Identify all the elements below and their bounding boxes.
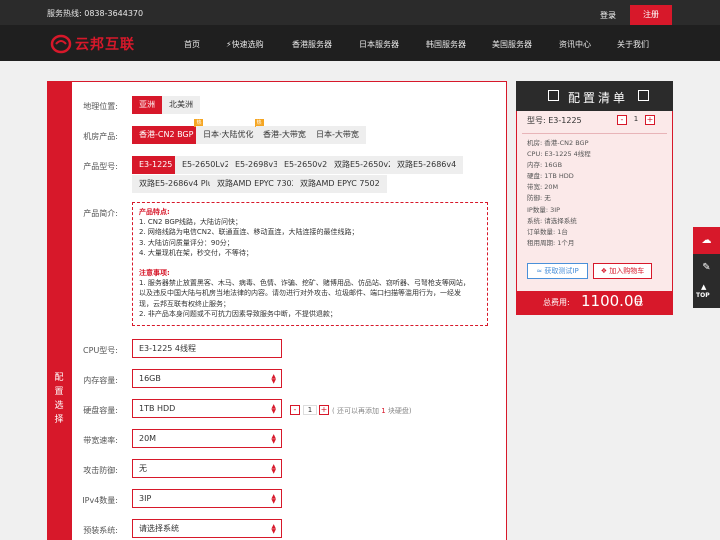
summary-qty-increment[interactable]: + [645, 115, 655, 125]
nav-kr-server[interactable]: 韩国服务器 [426, 39, 466, 50]
get-test-ip-button[interactable]: ≈ 获取测试IP [527, 263, 588, 279]
cpu-field: E3-1225 4线程 [132, 339, 282, 358]
memory-select[interactable]: 16GB ▲ ▼ [132, 369, 282, 388]
summary-line: 订单数量: 1台 [527, 227, 568, 236]
defense-label: 攻击防御: [83, 466, 118, 475]
summary-model: 型号: E3-1225 [527, 116, 582, 125]
notice-line: 2. 非产品本身问题或不可抗力因素导致服务中断，不提供退款； [139, 309, 337, 318]
feature-line: 1. CN2 BGP线路，大陆访问快； [139, 218, 243, 227]
summary-list: 机房: 香港-CN2 BGP CPU: E3-1225 4线程 内存: 16GB… [527, 138, 591, 249]
total-label: 总费用: [543, 298, 570, 307]
summary-line: 硬盘: 1TB HDD [527, 172, 574, 181]
cart-icon: ❖ [600, 267, 608, 275]
summary-line: IP数量: 3IP [527, 205, 561, 214]
ipv4-select[interactable]: 3IP ▲ ▼ [132, 489, 282, 508]
nav-about[interactable]: 关于我们 [617, 39, 649, 50]
features-title: 产品特点: [139, 208, 170, 216]
select-caret-icon: ▲ ▼ [271, 433, 276, 445]
nav-news[interactable]: 资讯中心 [559, 39, 591, 50]
summary-header: 配置清单 [516, 81, 673, 111]
select-caret-icon: ▲ ▼ [271, 493, 276, 505]
copy-icon [548, 90, 559, 101]
logo-text: 云邦互联 [75, 37, 135, 53]
location-option-na[interactable]: 北美洲 [162, 96, 200, 114]
os-select[interactable]: 请选择系统 ▲ ▼ [132, 519, 282, 538]
nav-quick-buy[interactable]: ⚡快速选购 [226, 39, 264, 50]
disk-label: 硬盘容量: [83, 406, 118, 415]
model-option[interactable]: 双路AMD EPYC 7302 [210, 175, 304, 193]
line-label: 机房产品: [83, 132, 118, 141]
model-option[interactable]: 双路E5-2686v4 [390, 156, 464, 174]
summary-line: 系统: 请选择系统 [527, 216, 577, 225]
top-bar: 服务热线: 0838-3644370 登录 注册 [0, 0, 720, 25]
notice-line: 现，云邦互联有权终止服务； [139, 299, 230, 308]
wifi-icon: ≈ [536, 267, 543, 275]
nav-jp-server[interactable]: 日本服务器 [359, 39, 399, 50]
location-label: 地理位置: [83, 102, 118, 111]
os-label: 预装系统: [83, 526, 118, 535]
nav-us-server[interactable]: 美国服务器 [492, 39, 532, 50]
line-option-hk-bw[interactable]: 香港-大带宽 [256, 126, 313, 144]
select-caret-icon: ▲ ▼ [271, 463, 276, 475]
line-option-hk-cn2[interactable]: 香港-CN2 BGP 热 [132, 119, 204, 144]
login-link[interactable]: 登录 [600, 10, 616, 21]
select-caret-icon: ▲ ▼ [271, 523, 276, 535]
register-button[interactable]: 注册 [630, 5, 672, 25]
notice-line: 以及违反中国大陆与机房当地法律的内容。请勿进行对外攻击、垃圾邮件、端口扫描等滥用… [139, 289, 461, 298]
intro-label: 产品简介: [83, 209, 118, 218]
summary-line: 带宽: 20M [527, 183, 559, 192]
select-caret-icon: ▲ ▼ [271, 403, 276, 415]
feature-line: 4. 大量现机在架，秒交付，不等待； [139, 248, 253, 257]
disk-hint: ( 还可以再添加 1 块硬盘) [332, 407, 412, 415]
edit-icon[interactable]: ✎ [700, 261, 713, 274]
ipv4-label: IPv4数量: [82, 496, 118, 505]
memory-label: 内存容量: [83, 376, 118, 385]
line-option-jp-opt[interactable]: 日本·大陆优化热 [196, 119, 264, 144]
model-label: 产品型号: [83, 162, 118, 171]
copy-icon [638, 90, 649, 101]
location-option-asia[interactable]: 亚洲 [132, 96, 162, 114]
model-option[interactable]: 双路AMD EPYC 7502 [293, 175, 387, 193]
logo-icon [50, 34, 72, 54]
bandwidth-label: 带宽速率: [83, 436, 118, 445]
summary-line: CPU: E3-1225 4线程 [527, 150, 591, 159]
select-caret-icon: ▲ ▼ [271, 373, 276, 385]
summary-qty-value[interactable]: 1 [629, 115, 643, 125]
summary-line: 内存: 16GB [527, 161, 563, 170]
nav-home[interactable]: 首页 [184, 39, 200, 50]
model-option[interactable]: E5-2650v2 [277, 156, 335, 174]
qq-icon: ☁ [701, 235, 712, 246]
notice-line: 1. 服务器禁止放置黑客、木马、病毒、色情、诈骗、挖矿、赌博用品、仿品站、窃听器… [139, 279, 470, 288]
disk-select[interactable]: 1TB HDD ▲ ▼ [132, 399, 282, 418]
nav-hk-server[interactable]: 香港服务器 [292, 39, 332, 50]
disk-qty-value[interactable]: 1 [303, 405, 317, 415]
feature-line: 2. 网络线路为电信CN2、联通直连、移动直连，大陆连接的最佳线路； [139, 228, 359, 237]
summary-qty-decrement[interactable]: - [617, 115, 627, 125]
bandwidth-select[interactable]: 20M ▲ ▼ [132, 429, 282, 448]
arrow-up-icon: ▲ [701, 283, 707, 291]
summary-line: 防御: 无 [527, 194, 551, 203]
summary-divider [522, 133, 667, 134]
feature-line: 3. 大陆访问质量评分：90分； [139, 238, 234, 247]
summary-total-bar: 总费用: 1100.00 元 [516, 291, 673, 315]
notice-title: 注意事项: [139, 269, 170, 278]
model-option[interactable]: E3-1225 [132, 156, 180, 174]
site-logo[interactable]: 云邦互联 [50, 33, 135, 55]
summary-line: 租用周期: 1个月 [527, 238, 575, 247]
total-value: 1100.00 [581, 292, 644, 310]
back-to-top-button[interactable]: TOP [696, 292, 710, 299]
summary-line: 机房: 香港-CN2 BGP [527, 139, 589, 147]
hotline-text: 服务热线: 0838-3644370 [47, 9, 144, 18]
cpu-label: CPU型号: [83, 346, 118, 355]
total-unit: 元 [635, 298, 643, 307]
product-intro-box: 产品特点: 1. CN2 BGP线路，大陆访问快； 2. 网络线路为电信CN2、… [132, 202, 488, 326]
disk-increment-button[interactable]: + [319, 405, 329, 415]
defense-select[interactable]: 无 ▲ ▼ [132, 459, 282, 478]
summary-title: 配置清单 [568, 91, 629, 105]
add-to-cart-button[interactable]: ❖ 加入购物车 [593, 263, 652, 279]
line-option-jp-bw[interactable]: 日本-大带宽 [309, 126, 366, 144]
disk-decrement-button[interactable]: - [290, 405, 300, 415]
